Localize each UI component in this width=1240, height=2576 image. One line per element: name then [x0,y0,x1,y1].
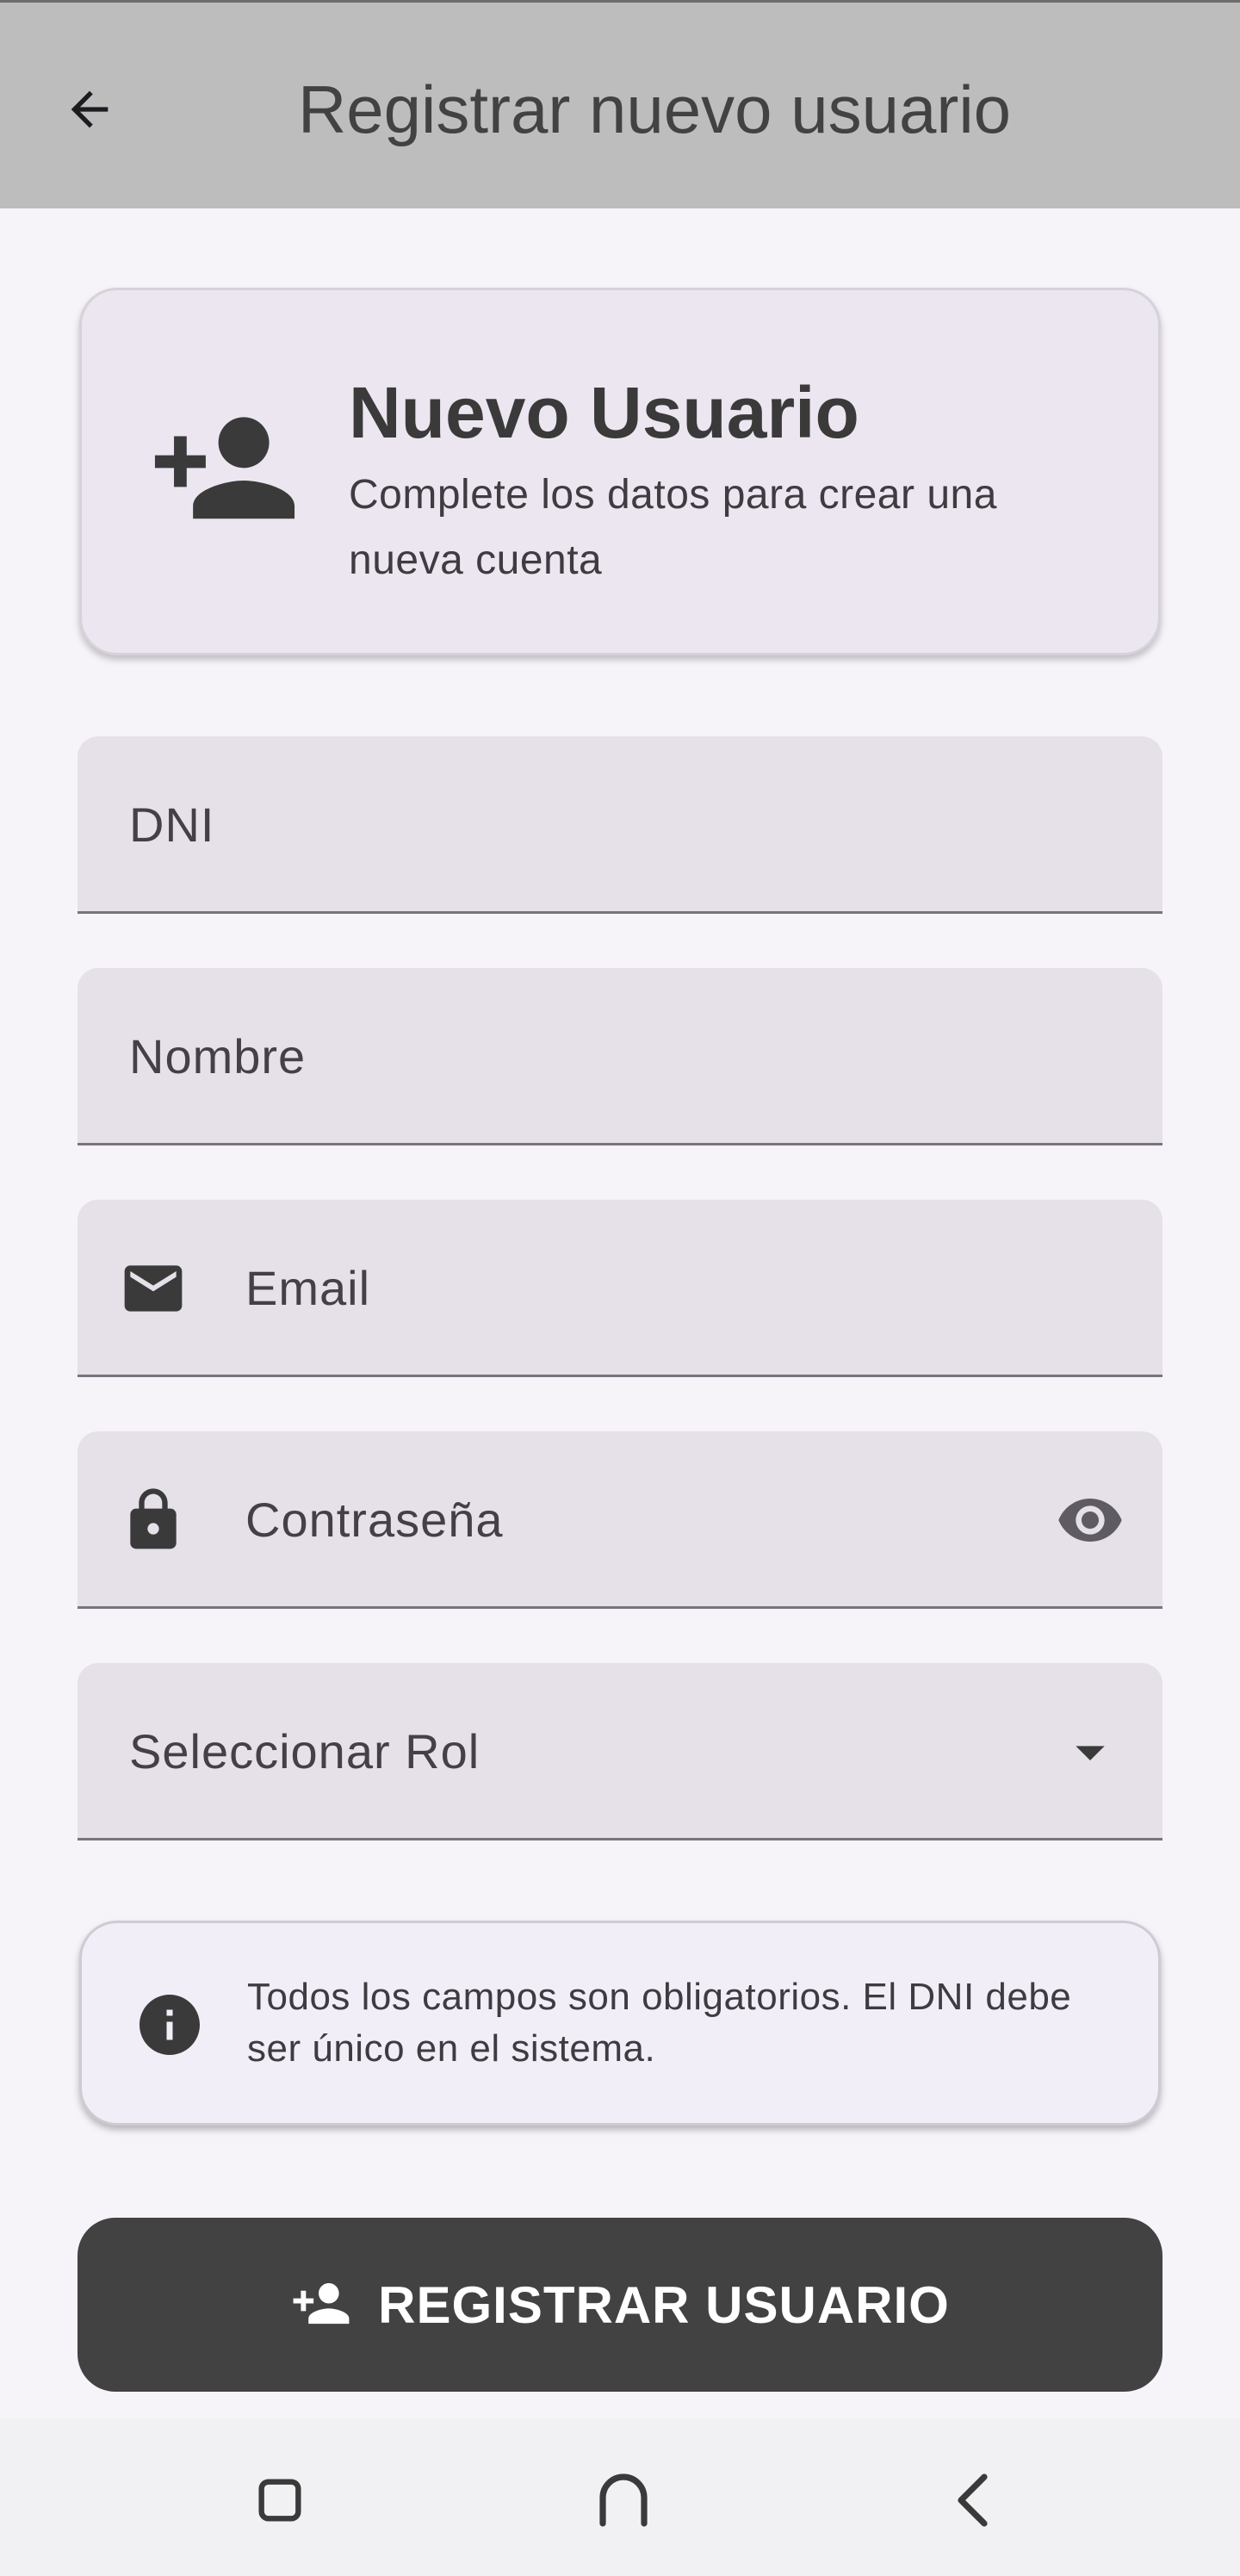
header-title: Nuevo Usuario [349,372,859,453]
app-bar: Registrar nuevo usuario [0,0,1240,208]
lock-icon [130,1488,177,1549]
home-icon [599,2474,648,2527]
person-add-icon [293,2282,350,2325]
rol-label: Seleccionar Rol [129,1724,480,1778]
person-add-icon [154,417,295,519]
back-icon [958,2474,988,2527]
rol-dropdown[interactable]: Seleccionar Rol [78,1663,1162,1840]
eye-icon[interactable] [1056,1486,1125,1555]
recents-icon [258,2479,301,2522]
system-nav-bar [0,2418,1240,2576]
header-card: Nuevo Usuario Complete los datos para cr… [79,288,1161,655]
header-subtitle: Complete los datos para crear una nueva … [349,472,997,583]
email-label: Email [245,1261,371,1315]
info-card: Todos los campos son obligatorios. El DN… [79,1921,1161,2126]
back-nav-button[interactable] [927,2453,1021,2548]
password-field[interactable]: Contraseña [78,1431,1162,1609]
nombre-label: Nombre [129,1029,307,1083]
recents-button[interactable] [232,2453,327,2548]
register-user-button[interactable]: REGISTRAR USUARIO [78,2218,1162,2392]
mail-icon [124,1265,183,1312]
page-title: Registrar nuevo usuario [297,71,1012,147]
home-button[interactable] [576,2453,671,2548]
dni-label: DNI [129,798,215,852]
info-icon [140,1995,200,2055]
info-text: Todos los campos son obligatorios. El DN… [247,1976,1072,2070]
email-field[interactable]: Email [78,1200,1162,1377]
dropdown-arrow-icon [1076,1746,1105,1760]
password-label: Contraseña [245,1493,504,1547]
nombre-field[interactable]: Nombre [78,968,1162,1145]
register-user-label: REGISTRAR USUARIO [378,2275,950,2334]
dni-field[interactable]: DNI [78,736,1162,914]
